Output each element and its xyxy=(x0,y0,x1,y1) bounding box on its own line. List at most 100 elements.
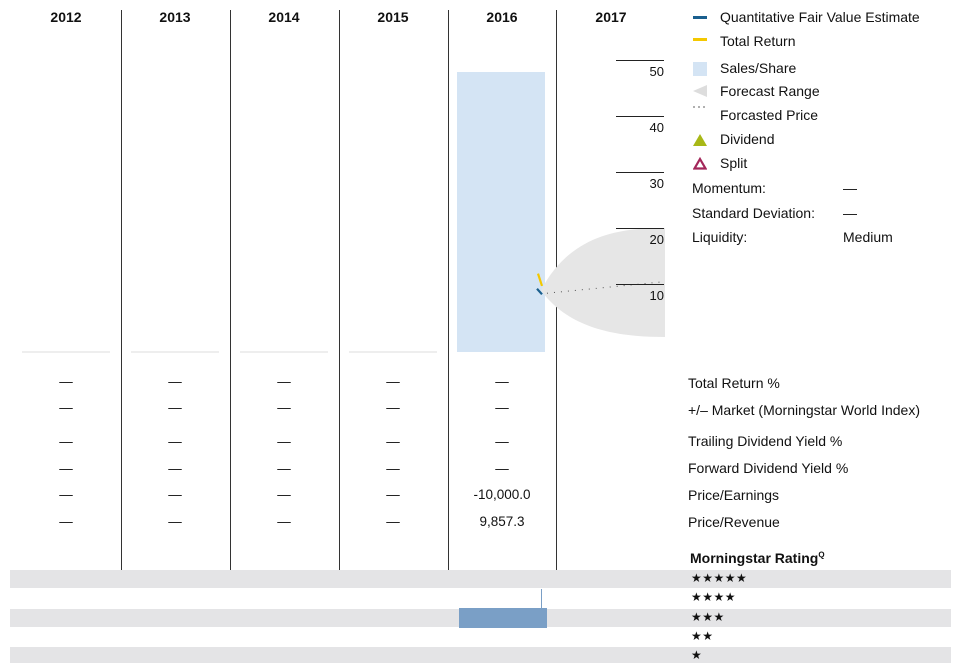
sales-share-bar-2016 xyxy=(457,72,545,352)
y-tick-label-10: 10 xyxy=(649,288,664,303)
table-row-label: +/– Market (Morningstar World Index) xyxy=(688,402,920,418)
table-cell: — xyxy=(386,514,400,529)
table-cell: — xyxy=(277,400,291,415)
rating-bar-2016 xyxy=(459,608,547,628)
table-cell: — xyxy=(495,434,509,449)
y-tick-label-40: 40 xyxy=(649,120,664,135)
morningstar-chart-panel: 2012 2013 2014 2015 2016 2017 10 20 30 40 50… xyxy=(0,0,956,663)
table-row-label: Price/Revenue xyxy=(688,514,780,530)
gridline-tick xyxy=(230,444,231,450)
gridline-tick xyxy=(339,392,340,398)
momentum-value: — xyxy=(843,180,857,196)
table-cell: — xyxy=(386,400,400,415)
gridline-tick xyxy=(121,418,122,424)
gridline-tick xyxy=(448,522,449,528)
table-cell: — xyxy=(386,374,400,389)
y-tick-label-30: 30 xyxy=(649,176,664,191)
momentum-label: Momentum: xyxy=(692,180,766,196)
gridline-tick xyxy=(121,470,122,476)
y-gridline-20 xyxy=(616,228,664,229)
rating-level-1: ★ xyxy=(691,648,703,662)
gridline-tick xyxy=(448,392,449,398)
gridline-tick xyxy=(339,548,340,554)
std-deviation-label: Standard Deviation: xyxy=(692,205,815,221)
gridline-tick xyxy=(339,444,340,450)
rating-band-1 xyxy=(10,647,951,663)
table-row-label: Forward Dividend Yield % xyxy=(688,460,849,476)
table-cell: — xyxy=(386,434,400,449)
table-cell: — xyxy=(59,461,73,476)
legend-label-split: Split xyxy=(720,155,748,171)
gridline-tick xyxy=(121,548,122,554)
rating-title-text: Morningstar Rating xyxy=(690,550,819,566)
legend-label-dividend: Dividend xyxy=(720,131,775,147)
table-row-label: Price/Earnings xyxy=(688,487,780,503)
table-cell: — xyxy=(168,434,182,449)
table-cell: — xyxy=(168,461,182,476)
std-deviation-value: — xyxy=(843,205,857,221)
table-cell: 9,857.3 xyxy=(479,514,525,529)
forecast-range-legend-icon xyxy=(693,85,707,97)
y-gridline-30 xyxy=(616,172,664,173)
table-cell: — xyxy=(168,374,182,389)
rating-title: Morningstar RatingQ xyxy=(690,550,825,566)
rating-title-superscript: Q xyxy=(818,550,825,560)
gridline-tick xyxy=(448,444,449,450)
table-cell: — xyxy=(168,487,182,502)
table-cell: — xyxy=(495,400,509,415)
table-row-label: Total Return % xyxy=(688,375,780,391)
rating-level-4: ★★★★ xyxy=(691,590,737,604)
gridline-tick xyxy=(339,470,340,476)
gridline-tick xyxy=(448,496,449,502)
table-cell: — xyxy=(277,374,291,389)
gridline-tick xyxy=(448,366,449,372)
sales-share-legend-swatch xyxy=(693,62,707,76)
gridline-tick xyxy=(448,548,449,554)
rating-bar-connector xyxy=(541,589,542,609)
legend-label-total-return: Total Return xyxy=(720,33,796,49)
gridline-tick xyxy=(448,470,449,476)
table-cell: — xyxy=(168,514,182,529)
liquidity-value: Medium xyxy=(843,229,893,245)
table-row-label: Trailing Dividend Yield % xyxy=(688,433,843,449)
table-cell: — xyxy=(495,374,509,389)
y-tick-label-20: 20 xyxy=(649,232,664,247)
gridline-tick xyxy=(121,392,122,398)
gridline-tick xyxy=(230,392,231,398)
gridline-tick xyxy=(121,444,122,450)
table-cell: — xyxy=(277,487,291,502)
legend-label-forecast-range: Forecast Range xyxy=(720,83,820,99)
gridline-tick xyxy=(339,418,340,424)
rating-level-2: ★★ xyxy=(691,629,714,643)
y-gridline-10 xyxy=(616,284,664,285)
legend-label-sales-share: Sales/Share xyxy=(720,60,797,76)
split-legend-icon xyxy=(693,157,707,170)
fair-value-legend-swatch xyxy=(693,16,707,19)
gridline-tick xyxy=(339,496,340,502)
gridline-tick xyxy=(121,366,122,372)
table-cell: — xyxy=(495,461,509,476)
table-cell: — xyxy=(277,434,291,449)
table-cell: — xyxy=(277,514,291,529)
y-gridline-40 xyxy=(616,116,664,117)
table-cell: — xyxy=(386,461,400,476)
table-cell: — xyxy=(168,400,182,415)
rating-level-3: ★★★ xyxy=(691,610,725,624)
y-gridline-50 xyxy=(616,60,664,61)
gridline-tick xyxy=(230,496,231,502)
gridline-tick xyxy=(121,496,122,502)
rating-band-5 xyxy=(10,570,951,588)
table-cell: — xyxy=(386,487,400,502)
liquidity-label: Liquidity: xyxy=(692,229,748,245)
table-cell: -10,000.0 xyxy=(473,487,531,502)
table-cell: — xyxy=(59,514,73,529)
gridline-tick xyxy=(230,366,231,372)
forecasted-price-legend-icon xyxy=(693,106,705,108)
total-return-legend-swatch xyxy=(693,38,707,41)
table-cell: — xyxy=(59,400,73,415)
gridline-tick xyxy=(230,522,231,528)
gridline-tick xyxy=(230,418,231,424)
legend-label-fair-value: Quantitative Fair Value Estimate xyxy=(720,9,920,25)
legend-label-forecasted-price: Forcasted Price xyxy=(720,107,819,123)
gridline-tick xyxy=(230,470,231,476)
